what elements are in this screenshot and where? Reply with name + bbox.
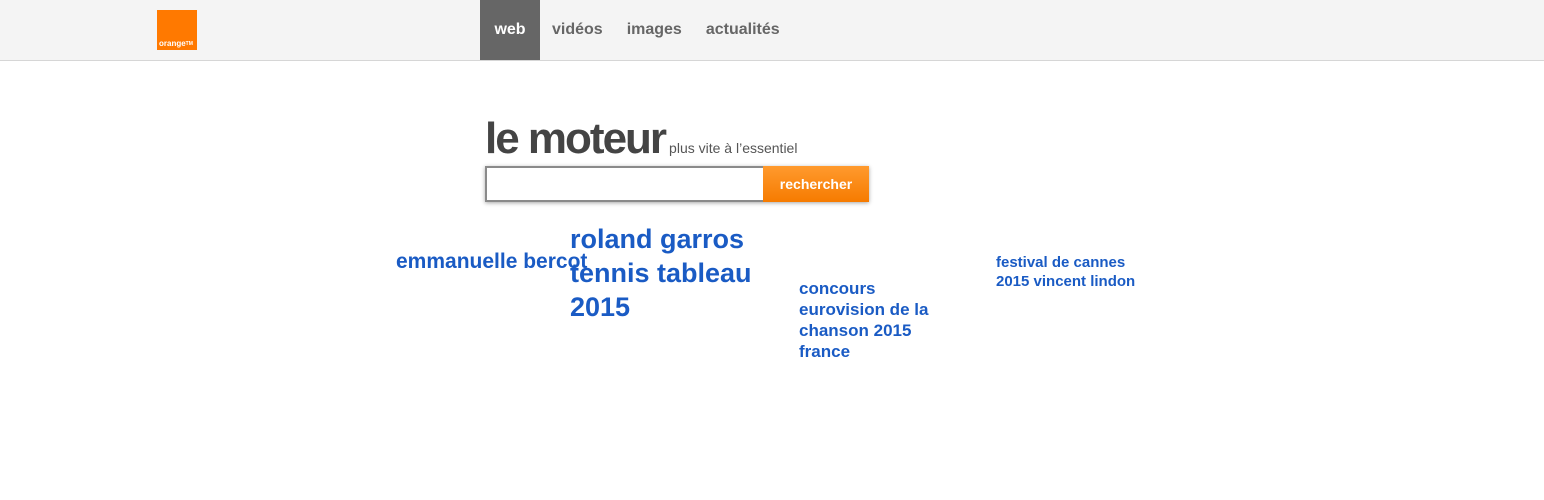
- tab-images[interactable]: images: [615, 0, 694, 60]
- logo-text: orangeTM: [159, 39, 193, 48]
- trending-link-festival-cannes[interactable]: festival de cannes 2015 vincent lindon: [996, 253, 1146, 291]
- search-input[interactable]: [485, 166, 763, 202]
- search-form: rechercher: [485, 166, 869, 202]
- brand-heading: le moteur plus vite à l’essentiel: [485, 114, 797, 164]
- brand-title: le moteur: [485, 114, 667, 163]
- tab-actualites[interactable]: actualités: [694, 0, 792, 60]
- tab-videos[interactable]: vidéos: [540, 0, 615, 60]
- logo-trademark: TM: [185, 41, 193, 47]
- search-button[interactable]: rechercher: [763, 166, 869, 202]
- trending-link-roland-garros[interactable]: roland garros tennis tableau 2015: [570, 222, 790, 324]
- brand-tagline: plus vite à l’essentiel: [669, 140, 798, 156]
- trending-link-emmanuelle-bercot[interactable]: emmanuelle bercot: [396, 249, 587, 275]
- search-category-tabs: web vidéos images actualités: [480, 0, 792, 60]
- top-bar: orangeTM web vidéos images actualités: [0, 0, 1544, 61]
- trending-link-eurovision[interactable]: concours eurovision de la chanson 2015 f…: [799, 278, 954, 362]
- orange-logo[interactable]: orangeTM: [157, 10, 197, 50]
- tab-web[interactable]: web: [480, 0, 540, 60]
